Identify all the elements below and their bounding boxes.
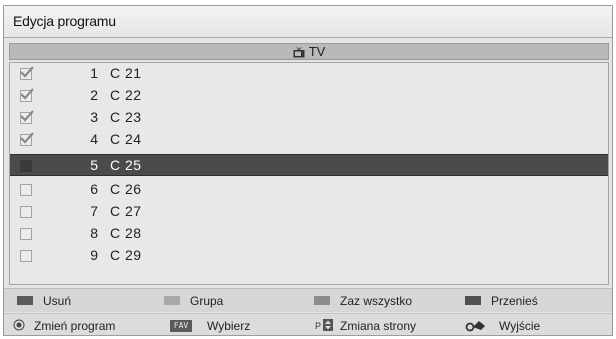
hint-select[interactable]: FAV Wybierz xyxy=(170,314,290,336)
channel-list-header: TV xyxy=(9,43,609,60)
channel-list: 1 C 21 2 C 22 3 C 23 4 C 24 5 C 25 6 C 26 7 C 27 8 C 28… xyxy=(9,62,609,285)
color-key-label: Usuń xyxy=(43,294,72,308)
channel-number: 6 xyxy=(90,181,98,197)
channel-row[interactable]: 1 C 21 xyxy=(10,63,608,85)
color-swatch xyxy=(17,296,33,305)
tv-icon xyxy=(293,46,305,61)
channel-name: C 28 xyxy=(110,225,142,241)
channel-checkbox[interactable] xyxy=(20,184,32,196)
window-title: Edycja programu xyxy=(13,13,116,29)
channel-name: C 26 xyxy=(110,181,142,197)
channel-checkbox[interactable] xyxy=(20,66,34,80)
hint-label: Wybierz xyxy=(207,319,251,333)
checkmark-icon xyxy=(20,88,34,100)
channel-name: C 24 xyxy=(110,131,142,147)
move-key[interactable]: Przenieś xyxy=(465,289,605,313)
channel-checkbox[interactable] xyxy=(20,228,32,240)
channel-name: C 23 xyxy=(110,109,142,125)
channel-checkbox[interactable] xyxy=(20,110,34,124)
select-all-key[interactable]: Zaz wszystko xyxy=(314,289,454,313)
color-key-legend: Usuń Grupa Zaz wszystko Przenieś xyxy=(4,288,612,312)
channel-row[interactable]: 4 C 24 xyxy=(10,129,608,151)
fav-button-icon: FAV xyxy=(170,320,192,332)
channel-checkbox[interactable] xyxy=(20,132,34,146)
channel-row[interactable]: 7 C 27 xyxy=(10,201,608,223)
channel-number: 1 xyxy=(90,65,98,81)
checkmark-icon xyxy=(20,66,34,78)
svg-text:P: P xyxy=(315,321,321,331)
hint-page-change[interactable]: P Zmiana strony xyxy=(315,314,455,336)
checkmark-icon xyxy=(20,132,34,144)
color-swatch xyxy=(465,296,481,305)
channel-row[interactable]: 2 C 22 xyxy=(10,85,608,107)
channel-checkbox[interactable] xyxy=(20,160,32,172)
channel-row[interactable]: 5 C 25 xyxy=(10,154,608,176)
channel-number: 3 xyxy=(90,109,98,125)
channel-name: C 27 xyxy=(110,203,142,219)
channel-number: 2 xyxy=(90,87,98,103)
color-key-label: Zaz wszystko xyxy=(340,294,413,308)
channel-name: C 29 xyxy=(110,247,142,263)
channel-row[interactable]: 3 C 23 xyxy=(10,107,608,129)
channel-name: C 21 xyxy=(110,65,142,81)
hint-label: Zmiana strony xyxy=(340,319,417,333)
channel-row[interactable]: 9 C 29 xyxy=(10,245,608,267)
color-swatch xyxy=(314,296,330,305)
channel-row[interactable]: 6 C 26 xyxy=(10,179,608,201)
exit-icon xyxy=(465,318,487,335)
channel-number: 7 xyxy=(90,203,98,219)
channel-name: C 22 xyxy=(110,87,142,103)
channel-checkbox[interactable] xyxy=(20,88,34,102)
page-up-down-icon: P xyxy=(315,318,335,335)
channel-number: 8 xyxy=(90,225,98,241)
channel-number: 9 xyxy=(90,247,98,263)
color-key-label: Grupa xyxy=(190,294,224,308)
title-bar: Edycja programu xyxy=(4,6,612,38)
hint-change-program[interactable]: Zmień program xyxy=(13,314,153,336)
key-hint-bar: Zmień program FAV Wybierz P Zmiana stron… xyxy=(4,313,612,335)
hint-label: Wyjście xyxy=(499,319,541,333)
color-key-label: Przenieś xyxy=(491,294,538,308)
delete-key[interactable]: Usuń xyxy=(17,289,157,313)
channel-number: 4 xyxy=(90,131,98,147)
list-header-label: TV xyxy=(308,44,326,59)
channel-edit-window: Edycja programu TV 1 C 21 2 C 22 3 C 23 4 C 24 5… xyxy=(3,5,613,336)
hint-label: Zmień program xyxy=(34,319,116,333)
channel-name: C 25 xyxy=(110,157,142,173)
group-key[interactable]: Grupa xyxy=(164,289,304,313)
channel-number: 5 xyxy=(90,157,98,173)
ok-button-icon xyxy=(13,319,25,334)
channel-row[interactable]: 8 C 28 xyxy=(10,223,608,245)
checkmark-icon xyxy=(20,110,34,122)
color-swatch xyxy=(164,296,180,305)
channel-checkbox[interactable] xyxy=(20,206,32,218)
channel-checkbox[interactable] xyxy=(20,250,32,262)
hint-exit[interactable]: Wyjście xyxy=(465,314,585,336)
